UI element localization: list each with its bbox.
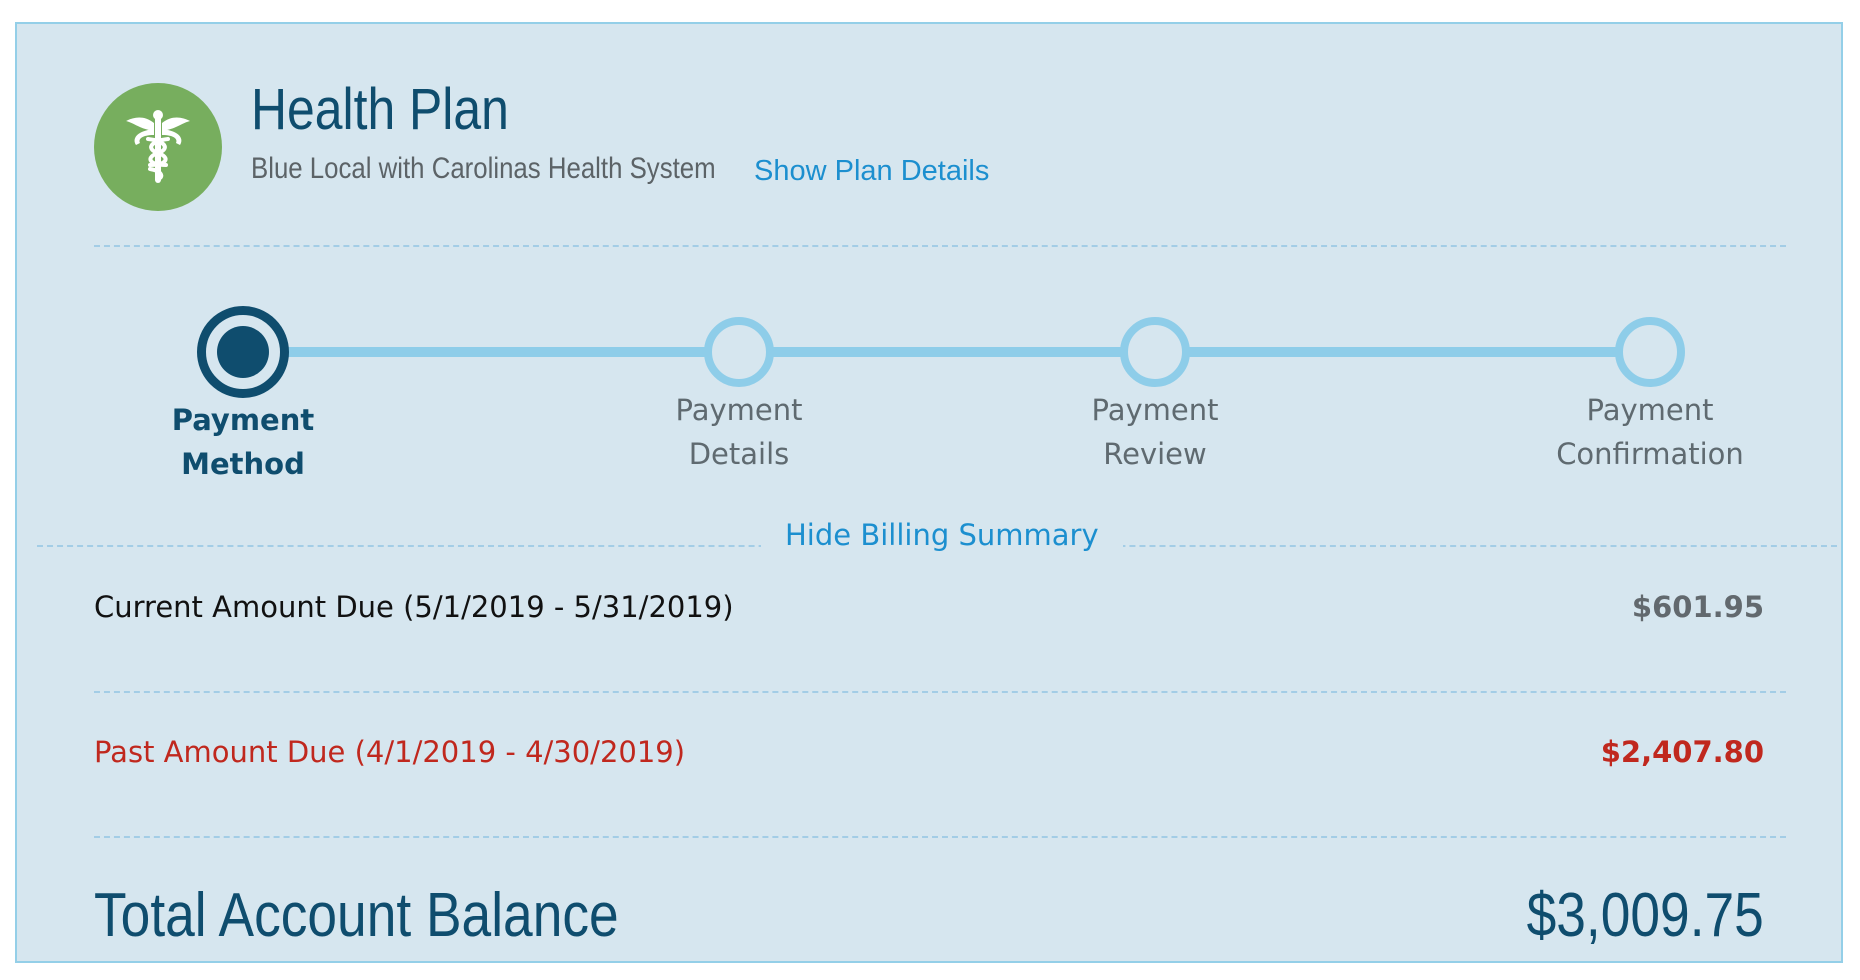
stepper-progress-line — [243, 347, 1659, 357]
page-title: Health Plan — [251, 77, 509, 142]
step-payment-method-circle[interactable] — [197, 306, 289, 398]
step-payment-confirmation-label: Payment Confirmation — [1500, 388, 1800, 476]
step-active-dot — [217, 326, 269, 378]
step-label-line2: Confirmation — [1556, 437, 1744, 471]
row-divider — [94, 691, 1786, 693]
plan-name: Blue Local with Carolinas Health System — [251, 152, 716, 185]
total-balance-label: Total Account Balance — [94, 881, 619, 950]
current-amount-label: Current Amount Due (5/1/2019 - 5/31/2019… — [94, 590, 734, 624]
step-payment-confirmation-circle[interactable] — [1615, 317, 1685, 387]
step-label-line1: Payment — [171, 403, 315, 437]
billing-summary-card: Health Plan Blue Local with Carolinas He… — [15, 22, 1843, 963]
step-payment-details-label: Payment Details — [589, 388, 889, 476]
step-label-line1: Payment — [675, 393, 803, 427]
step-label-line2: Details — [688, 437, 790, 471]
step-label-line1: Payment — [1586, 393, 1714, 427]
caduceus-icon — [126, 110, 190, 183]
step-label-line2: Method — [181, 447, 305, 481]
header-divider — [94, 245, 1786, 247]
step-payment-details-circle[interactable] — [704, 317, 774, 387]
health-plan-badge — [94, 83, 222, 211]
past-amount-label: Past Amount Due (4/1/2019 - 4/30/2019) — [94, 735, 686, 769]
past-amount-value: $2,407.80 — [1600, 735, 1764, 769]
step-payment-method-label: Payment Method — [93, 398, 393, 486]
step-label-line1: Payment — [1091, 393, 1219, 427]
show-plan-details-link[interactable]: Show Plan Details — [754, 155, 989, 188]
row-divider — [94, 836, 1786, 838]
step-payment-review-circle[interactable] — [1120, 317, 1190, 387]
current-amount-value: $601.95 — [1631, 590, 1764, 624]
total-balance-value: $3,009.75 — [1526, 881, 1764, 950]
hide-billing-summary-link[interactable]: Hide Billing Summary — [761, 518, 1123, 552]
step-payment-review-label: Payment Review — [1005, 388, 1305, 476]
step-label-line2: Review — [1103, 437, 1207, 471]
